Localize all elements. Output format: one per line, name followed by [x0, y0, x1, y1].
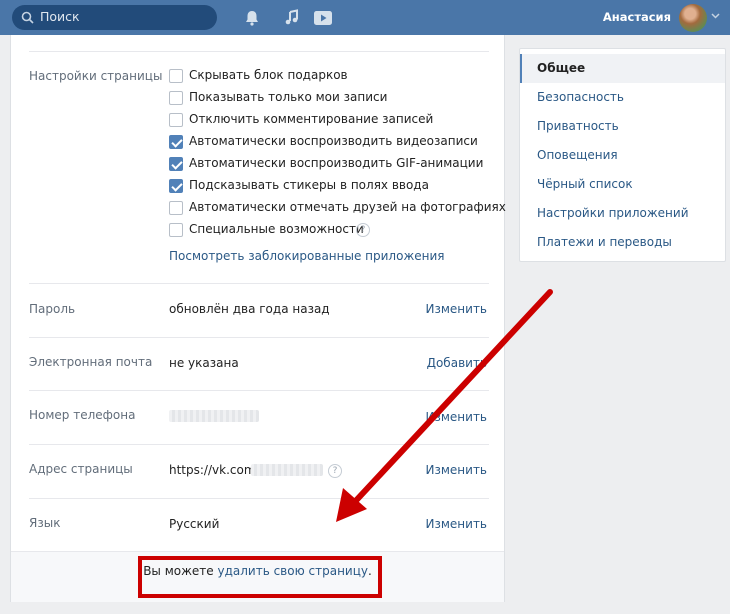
checkbox-unchecked[interactable] [169, 69, 183, 83]
divider [29, 337, 489, 338]
checkbox-unchecked[interactable] [169, 223, 183, 237]
checkbox-checked[interactable] [169, 135, 183, 149]
address-change-link[interactable]: Изменить [426, 463, 488, 477]
language-label: Язык [29, 516, 61, 530]
video-icon[interactable] [312, 8, 334, 28]
checkbox-unchecked[interactable] [169, 201, 183, 215]
delete-page-link[interactable]: удалить свою страницу [217, 564, 368, 578]
checkbox-unchecked[interactable] [169, 91, 183, 105]
address-label: Адрес страницы [29, 462, 133, 476]
checkbox-label: Автоматически воспроизводить видеозаписи [189, 134, 478, 148]
address-id-hidden [251, 464, 323, 476]
phone-change-link[interactable]: Изменить [426, 410, 488, 424]
checkbox-label: Показывать только мои записи [189, 90, 388, 104]
email-add-link[interactable]: Добавить [427, 356, 487, 370]
checkbox-label: Отключить комментирование записей [189, 112, 434, 126]
email-label: Электронная почта [29, 355, 153, 369]
checkbox-checked[interactable] [169, 179, 183, 193]
checkbox-label: Автоматически воспроизводить GIF-анимаци… [189, 156, 484, 170]
phone-label: Номер телефона [29, 408, 136, 422]
footer: Вы можете удалить свою страницу. [11, 551, 504, 602]
nav-item[interactable]: Чёрный список [520, 170, 725, 199]
password-value: обновлён два года назад [169, 302, 330, 316]
footer-prefix: Вы можете [143, 564, 218, 578]
divider [29, 51, 489, 52]
delete-page-text: Вы можете удалить свою страницу. [11, 564, 504, 578]
password-label: Пароль [29, 302, 76, 316]
nav-item[interactable]: Настройки приложений [520, 199, 725, 228]
nav-item[interactable]: Приватность [520, 112, 725, 141]
nav-item[interactable]: Платежи и переводы [520, 228, 725, 257]
language-change-link[interactable]: Изменить [426, 517, 488, 531]
password-change-link[interactable]: Изменить [426, 302, 488, 316]
nav-item[interactable]: Оповещения [520, 141, 725, 170]
divider [29, 444, 489, 445]
footer-suffix: . [367, 564, 372, 578]
nav-item[interactable]: Общее [520, 54, 725, 83]
top-bar: Поиск Анастасия [0, 0, 730, 35]
help-icon[interactable]: ? [328, 464, 342, 478]
search-icon [21, 11, 34, 24]
checkbox-label: Подсказывать стикеры в полях ввода [189, 178, 429, 192]
search-placeholder: Поиск [40, 9, 80, 24]
help-icon[interactable]: ? [356, 223, 370, 237]
settings-nav: Общее Безопасность Приватность Оповещения Чё… [519, 48, 726, 262]
page-settings-label: Настройки страницы [29, 69, 163, 83]
chevron-down-icon[interactable] [711, 13, 720, 19]
nav-item[interactable]: Безопасность [520, 83, 725, 112]
divider [29, 283, 489, 284]
avatar[interactable] [679, 4, 707, 32]
email-value: не указана [169, 356, 239, 370]
checkbox-label: Автоматически отмечать друзей на фотогра… [189, 200, 506, 214]
search-input[interactable]: Поиск [12, 5, 217, 30]
checkbox-label: Скрывать блок подарков [189, 68, 348, 82]
divider [29, 390, 489, 391]
phone-value-hidden [169, 410, 259, 422]
checkbox-label: Специальные возможности [189, 222, 364, 236]
checkbox-unchecked[interactable] [169, 113, 183, 127]
language-value: Русский [169, 517, 220, 531]
settings-card: Настройки страницы Скрывать блок подарко… [10, 35, 506, 602]
bell-icon[interactable] [242, 8, 262, 28]
user-name[interactable]: Анастасия [603, 10, 671, 24]
checkbox-checked[interactable] [169, 157, 183, 171]
address-value: https://vk.com/ [169, 463, 260, 477]
blocked-apps-link[interactable]: Посмотреть заблокированные приложения [169, 249, 445, 263]
music-icon[interactable] [282, 8, 302, 28]
divider [29, 498, 489, 499]
